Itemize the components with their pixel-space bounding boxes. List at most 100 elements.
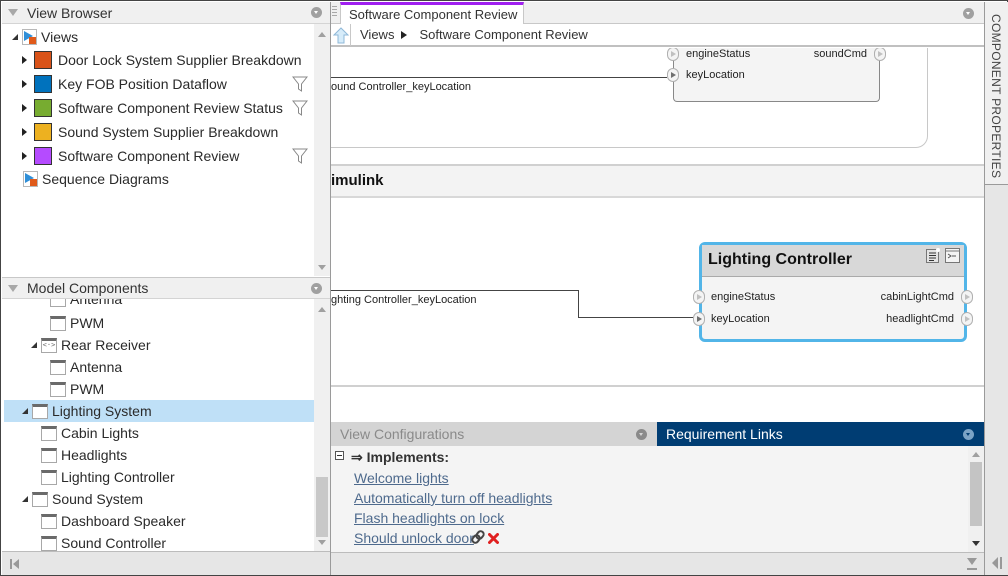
- component-item[interactable]: PWM: [50, 378, 104, 400]
- component-label: Lighting Controller: [61, 469, 175, 485]
- filter-icon[interactable]: [292, 100, 308, 116]
- view-item[interactable]: Software Component Review Status: [22, 97, 314, 119]
- panel-menu-icon[interactable]: [963, 429, 974, 440]
- expand-right-panel-icon[interactable]: [991, 557, 1003, 569]
- view-browser-scrollbar[interactable]: [314, 24, 330, 276]
- view-item[interactable]: Sound System Supplier Breakdown: [22, 121, 314, 143]
- document-icon[interactable]: [926, 248, 940, 263]
- component-item[interactable]: Antenna: [50, 356, 122, 378]
- connector-wire[interactable]: [331, 290, 578, 291]
- sound-controller-block[interactable]: engineStatus keyLocation soundCmd: [667, 48, 886, 102]
- breadcrumb: Views Software Component Review: [331, 23, 984, 47]
- panel-menu-icon[interactable]: [636, 429, 647, 440]
- tree-item-sequence-diagrams[interactable]: Sequence Diagrams: [23, 168, 169, 190]
- component-item[interactable]: Sound System: [22, 488, 143, 510]
- component-label: Antenna: [70, 359, 123, 375]
- tab-requirement-links[interactable]: Requirement Links: [657, 422, 984, 446]
- view-item[interactable]: Key FOB Position Dataflow: [22, 73, 314, 95]
- navigate-up-button[interactable]: [331, 23, 351, 46]
- collapsed-arrow-icon[interactable]: [22, 152, 27, 160]
- component-icon: [41, 535, 57, 551]
- component-icon: [32, 491, 48, 507]
- collapse-toggle-icon[interactable]: [335, 451, 344, 460]
- collapsed-arrow-icon[interactable]: [22, 104, 27, 112]
- expanded-arrow-icon[interactable]: [31, 342, 37, 348]
- view-color-swatch: [34, 75, 52, 93]
- expanded-arrow-icon[interactable]: [22, 408, 28, 414]
- component-icon: [50, 381, 66, 397]
- component-item[interactable]: Lighting Controller: [41, 466, 175, 488]
- scrollbar-thumb[interactable]: [970, 462, 982, 526]
- tree-item-label: Views: [41, 29, 79, 45]
- delete-link-icon[interactable]: [488, 533, 499, 544]
- panel-menu-icon[interactable]: [311, 282, 322, 294]
- requirement-link[interactable]: Flash headlights on lock: [354, 510, 504, 526]
- drag-grip-icon[interactable]: [332, 6, 337, 20]
- output-port-icon[interactable]: [961, 312, 973, 326]
- port-label: engineStatus: [686, 48, 751, 60]
- scroll-down-icon[interactable]: [318, 265, 326, 270]
- component-item[interactable]: Headlights: [41, 444, 127, 466]
- input-port-icon[interactable]: [667, 48, 679, 61]
- left-footer: [2, 551, 330, 575]
- component-item[interactable]: Sound Controller: [41, 532, 166, 551]
- component-item[interactable]: Dashboard Speaker: [41, 510, 186, 532]
- input-port-icon[interactable]: [693, 290, 705, 304]
- scrollbar-thumb[interactable]: [316, 477, 328, 537]
- scroll-down-icon[interactable]: [318, 540, 326, 545]
- connector-wire[interactable]: [578, 290, 579, 318]
- requirement-link[interactable]: Welcome lights: [354, 470, 449, 486]
- breadcrumb-current[interactable]: Software Component Review: [419, 27, 587, 42]
- collapse-left-icon[interactable]: [10, 559, 20, 569]
- input-port-icon[interactable]: [667, 68, 679, 82]
- component-properties-tab[interactable]: COMPONENT PROPERTIES: [985, 2, 1008, 185]
- tab-software-component-review[interactable]: Software Component Review: [340, 2, 524, 24]
- up-arrow-icon: [333, 26, 349, 43]
- collapse-panel-icon[interactable]: [8, 284, 18, 292]
- requirement-link[interactable]: Automatically turn off headlights: [354, 490, 552, 506]
- filter-icon[interactable]: [292, 76, 308, 92]
- panel-menu-icon[interactable]: [311, 7, 322, 18]
- tab-view-configurations[interactable]: View Configurations: [331, 422, 657, 446]
- component-item[interactable]: <·> Rear Receiver: [31, 334, 150, 356]
- output-port-icon[interactable]: [874, 48, 886, 61]
- tree-item-views[interactable]: Views: [12, 26, 78, 48]
- scroll-down-icon[interactable]: [972, 541, 980, 546]
- expanded-arrow-icon[interactable]: [12, 34, 18, 40]
- component-item[interactable]: Antenna: [50, 299, 122, 310]
- tab-label: Requirement Links: [666, 426, 783, 442]
- breadcrumb-views[interactable]: Views: [360, 27, 394, 42]
- collapse-bottom-icon[interactable]: [967, 558, 977, 570]
- scroll-up-icon[interactable]: [972, 452, 980, 457]
- input-port-icon[interactable]: [693, 312, 705, 326]
- view-item[interactable]: Door Lock System Supplier Breakdown: [22, 49, 314, 71]
- view-item[interactable]: Software Component Review: [22, 145, 314, 167]
- collapsed-arrow-icon[interactable]: [22, 80, 27, 88]
- view-color-swatch: [34, 123, 52, 141]
- scroll-up-icon[interactable]: [318, 32, 326, 37]
- reference-component-icon: <·>: [41, 337, 57, 353]
- filter-icon[interactable]: [292, 148, 308, 164]
- output-port-icon[interactable]: [961, 290, 973, 304]
- scroll-up-icon[interactable]: [318, 307, 326, 312]
- connector-wire[interactable]: [331, 77, 667, 78]
- view-label: Key FOB Position Dataflow: [58, 76, 227, 92]
- connector-wire[interactable]: [578, 317, 696, 318]
- lighting-controller-block[interactable]: Lighting Controller engineStatus keyLoca…: [693, 242, 973, 342]
- diagram-canvas[interactable]: engineStatus keyLocation soundCmd ound C…: [331, 48, 984, 421]
- component-item[interactable]: PWM: [50, 312, 104, 334]
- collapse-panel-icon[interactable]: [8, 9, 18, 16]
- collapsed-arrow-icon[interactable]: [22, 56, 27, 64]
- collapsed-arrow-icon[interactable]: [22, 128, 27, 136]
- view-browser-header[interactable]: View Browser: [2, 2, 330, 24]
- requirement-links-scrollbar[interactable]: [968, 446, 984, 552]
- model-components-header[interactable]: Model Components: [2, 277, 330, 299]
- expanded-arrow-icon[interactable]: [22, 496, 28, 502]
- command-window-icon[interactable]: [945, 248, 960, 263]
- component-item-selected[interactable]: Lighting System: [4, 400, 314, 422]
- link-icon[interactable]: [471, 530, 485, 544]
- component-item[interactable]: Cabin Lights: [41, 422, 139, 444]
- editor-menu-icon[interactable]: [963, 8, 974, 19]
- requirement-link[interactable]: Should unlock door: [354, 530, 474, 546]
- model-components-scrollbar[interactable]: [314, 299, 330, 551]
